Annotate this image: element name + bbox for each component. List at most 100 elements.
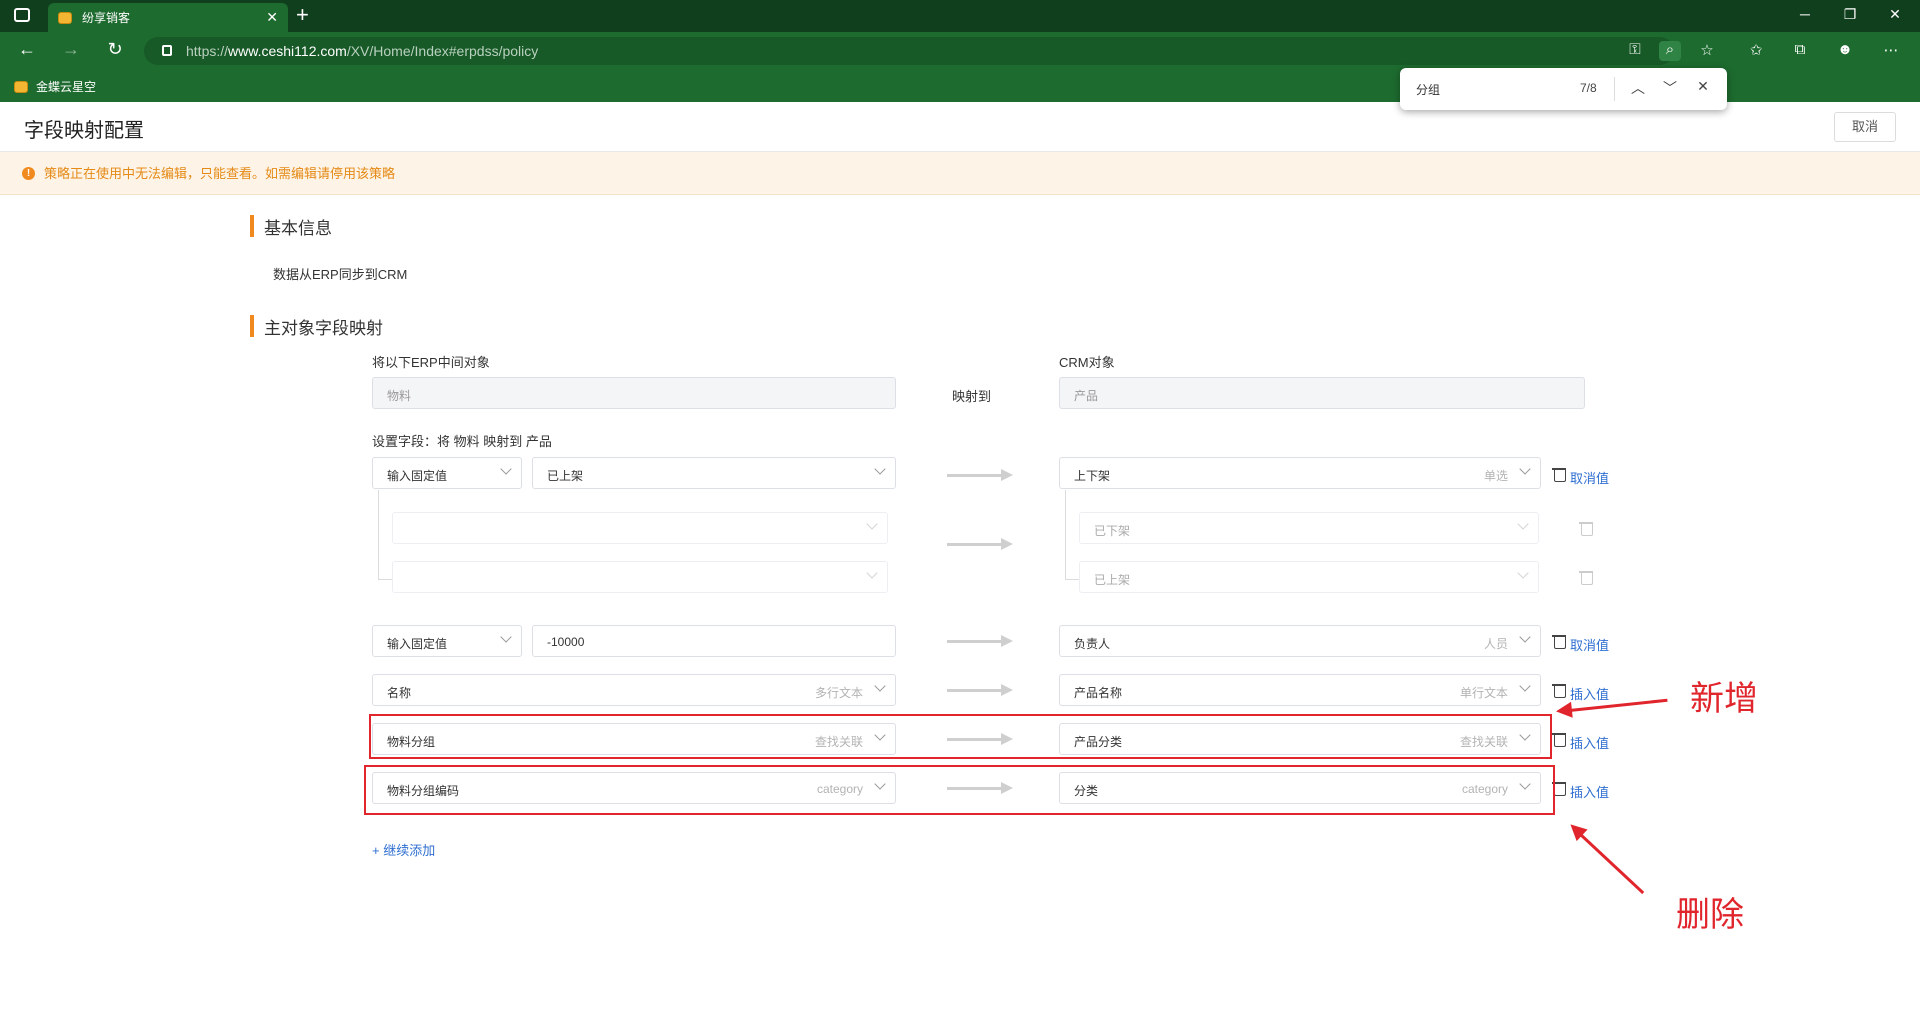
restore-icon[interactable]: ❐ [1835, 6, 1865, 23]
chevron-down-icon [1519, 631, 1531, 643]
warning-text: 策略正在使用中无法编辑，只能查看。如需编辑请停用该策略 [44, 166, 396, 181]
crm-object-label: CRM对象 [1059, 355, 1115, 370]
trash-icon[interactable] [1579, 570, 1593, 585]
find-close-icon[interactable]: ✕ [1693, 78, 1713, 95]
crm-tree-line [1065, 490, 1079, 580]
chevron-down-icon [866, 567, 878, 579]
row1-crm-type: 单选 [1483, 469, 1508, 483]
row2-type-value: 输入固定值 [387, 637, 448, 651]
row2-crm-select[interactable]: 负责人 人员 [1059, 625, 1541, 657]
url-field[interactable]: https://www.ceshi112.com/XV/Home/Index#e… [144, 37, 1674, 65]
find-divider [1614, 77, 1615, 101]
trash-icon[interactable] [1579, 521, 1593, 536]
more-icon[interactable]: ⋯ [1880, 41, 1902, 61]
find-in-page-icon[interactable]: ⌕ [1659, 41, 1681, 61]
trash-icon[interactable] [1552, 732, 1566, 747]
row3-crm-select[interactable]: 产品名称 单行文本 [1059, 674, 1541, 706]
browser-tab-bar: 纷享销客 ✕ + ─ ❐ ✕ [0, 0, 1920, 32]
favorite-favicon-icon [14, 80, 28, 93]
favorite-item[interactable]: 金蝶云星空 [14, 78, 96, 95]
collections-icon[interactable]: ⧉ [1789, 41, 1811, 61]
url-scheme: https:// [186, 43, 229, 59]
url-path: /XV/Home/Index#erpdss/policy [346, 43, 539, 59]
close-window-icon[interactable]: ✕ [1880, 6, 1910, 23]
erp-object-label: 将以下ERP中间对象 [372, 355, 490, 370]
row3-action-link[interactable]: 插入值 [1570, 684, 1609, 703]
row1-value: 已上架 [547, 469, 584, 483]
row3-crm-type: 单行文本 [1459, 686, 1508, 700]
fields-label: 设置字段：将 物料 映射到 产品 [372, 434, 552, 449]
row1-sub2-crm-value: 已上架 [1094, 573, 1131, 587]
annotation-arrow-delete [1571, 826, 1645, 895]
browser-tab[interactable]: 纷享销客 ✕ [48, 3, 288, 32]
mapping-arrow-icon [947, 469, 1013, 481]
crm-object-field: 产品 [1059, 377, 1585, 409]
trash-icon[interactable] [1552, 634, 1566, 649]
mapping-arrow-icon [947, 635, 1013, 647]
row1-action-link[interactable]: 取消值 [1570, 468, 1609, 487]
row1-sub1-erp-select[interactable] [392, 512, 888, 544]
row1-sub2-erp-select[interactable] [392, 561, 888, 593]
row4-action-link[interactable]: 插入值 [1570, 733, 1609, 752]
find-count: 7/8 [1580, 81, 1597, 95]
row3-crm-value: 产品名称 [1074, 686, 1123, 700]
row1-crm-value: 上下架 [1074, 469, 1111, 483]
section-main-mapping: 主对象字段映射 [250, 314, 383, 339]
row1-type-select[interactable]: 输入固定值 [372, 457, 522, 489]
row2-type-select[interactable]: 输入固定值 [372, 625, 522, 657]
row2-value-input[interactable]: -10000 [532, 625, 896, 657]
key-icon[interactable]: ⚿ [1624, 41, 1646, 61]
new-tab-icon[interactable]: + [296, 2, 309, 28]
find-next-icon[interactable]: ﹀ [1660, 78, 1680, 98]
chevron-down-icon [1517, 518, 1529, 530]
trash-icon[interactable] [1552, 467, 1566, 482]
mapping-arrow-icon [947, 684, 1013, 696]
row1-sub1-crm-select[interactable]: 已下架 [1079, 512, 1539, 544]
address-bar-row: ← → ↻ https://www.ceshi112.com/XV/Home/I… [0, 32, 1920, 70]
find-prev-icon[interactable]: ︿ [1628, 78, 1648, 98]
mapping-arrow-icon [947, 538, 1013, 550]
close-tab-icon[interactable]: ✕ [266, 9, 278, 26]
favorites-icon[interactable]: ✩ [1745, 41, 1767, 61]
highlight-delete-box [364, 765, 1555, 815]
page-header: 字段映射配置 取消 [0, 102, 1920, 152]
row1-sub2-crm-select[interactable]: 已上架 [1079, 561, 1539, 593]
row3-erp-type: 多行文本 [814, 686, 863, 700]
row2-action-link[interactable]: 取消值 [1570, 635, 1609, 654]
chevron-down-icon [1519, 463, 1531, 475]
find-input[interactable]: 分组 [1416, 81, 1440, 98]
cancel-button[interactable]: 取消 [1834, 112, 1896, 142]
trash-icon[interactable] [1552, 683, 1566, 698]
row2-crm-type: 人员 [1483, 637, 1508, 651]
minimize-icon[interactable]: ─ [1790, 6, 1820, 22]
annotation-delete: 删除 [1676, 896, 1744, 934]
url-host: www.ceshi112.com [228, 43, 347, 59]
warning-icon: ! [22, 167, 35, 180]
lock-icon [162, 45, 172, 56]
back-icon[interactable]: ← [14, 39, 40, 60]
crm-object-value: 产品 [1074, 389, 1099, 403]
favorite-label: 金蝶云星空 [36, 80, 97, 94]
chevron-down-icon [866, 518, 878, 530]
maps-to-label: 映射到 [952, 389, 992, 404]
row1-crm-select[interactable]: 上下架 单选 [1059, 457, 1541, 489]
row3-erp-select[interactable]: 名称 多行文本 [372, 674, 896, 706]
row5-action-link[interactable]: 插入值 [1570, 782, 1609, 801]
refresh-icon[interactable]: ↻ [102, 39, 128, 60]
profile-avatar-icon[interactable]: ☻ [1834, 41, 1856, 61]
row1-type-value: 输入固定值 [387, 469, 448, 483]
add-more-link[interactable]: + 继续添加 [372, 840, 435, 859]
site-favicon-icon [58, 11, 72, 24]
highlight-add-box [369, 714, 1552, 759]
chevron-down-icon [500, 631, 512, 643]
row1-sub1-crm-value: 已下架 [1094, 524, 1131, 538]
forward-icon[interactable]: → [58, 39, 84, 60]
page-title: 字段映射配置 [24, 120, 144, 142]
row1-value-select[interactable]: 已上架 [532, 457, 896, 489]
annotation-add: 新增 [1690, 680, 1758, 718]
tab-actions-icon[interactable] [14, 8, 30, 22]
chevron-down-icon [1517, 567, 1529, 579]
add-favorite-icon[interactable]: ☆ [1696, 41, 1718, 61]
row2-value: -10000 [547, 635, 585, 649]
row3-erp-value: 名称 [387, 686, 412, 700]
